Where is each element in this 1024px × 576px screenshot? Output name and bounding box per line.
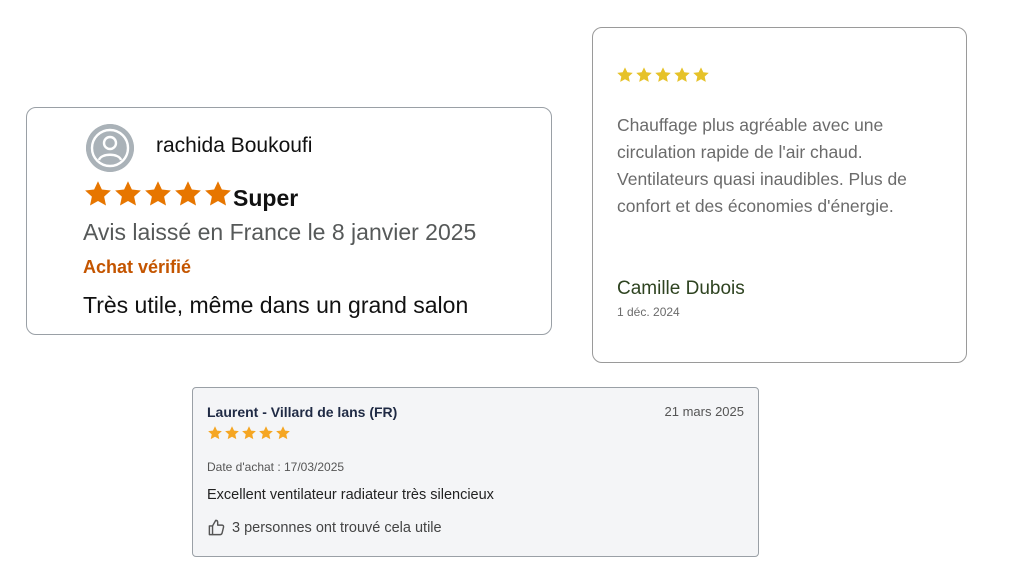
helpful-button[interactable]: 3 personnes ont trouvé cela utile <box>207 518 442 537</box>
star-icon <box>275 425 291 441</box>
star-icon <box>258 425 274 441</box>
review-date: 21 mars 2025 <box>664 404 745 419</box>
star-icon <box>224 425 240 441</box>
review-body: Excellent ventilateur radiateur très sil… <box>207 487 494 503</box>
review-body: Chauffage plus agréable avec une circula… <box>617 115 907 216</box>
star-icon <box>173 179 203 209</box>
user-avatar-icon <box>86 124 134 172</box>
reviewer-name[interactable]: rachida Boukoufi <box>156 134 312 158</box>
thumbs-up-icon[interactable] <box>207 518 226 537</box>
review-date: Avis laissé en France le 8 janvier 2025 <box>83 219 477 245</box>
star-icon <box>113 179 143 209</box>
star-icon <box>203 179 233 209</box>
star-icon <box>673 66 691 84</box>
star-icon <box>692 66 710 84</box>
star-icon <box>83 179 113 209</box>
review-date: 1 déc. 2024 <box>617 305 680 319</box>
star-icon <box>241 425 257 441</box>
verified-purchase-badge: Achat vérifié <box>83 257 192 277</box>
star-rating <box>207 425 291 441</box>
star-icon <box>616 66 634 84</box>
star-icon <box>654 66 672 84</box>
star-rating <box>616 66 710 84</box>
review-card-amazon: rachida Boukoufi Super Avis laissé en Fr… <box>26 107 552 335</box>
helpful-count-label: 3 personnes ont trouvé cela utile <box>232 519 442 536</box>
review-body: Très utile, même dans un grand salon <box>83 292 469 318</box>
review-card-store: Laurent - Villard de lans (FR) 21 mars 2… <box>192 387 759 557</box>
star-icon <box>635 66 653 84</box>
purchase-date: Date d'achat : 17/03/2025 <box>207 460 345 474</box>
review-card-testimonial: Chauffage plus agréable avec une circula… <box>592 27 967 363</box>
review-title: Super <box>233 185 299 211</box>
star-icon <box>143 179 173 209</box>
star-icon <box>207 425 223 441</box>
star-rating <box>83 179 233 209</box>
reviewer-name: Camille Dubois <box>617 278 745 299</box>
reviewer-name: Laurent - Villard de lans (FR) <box>207 404 398 420</box>
